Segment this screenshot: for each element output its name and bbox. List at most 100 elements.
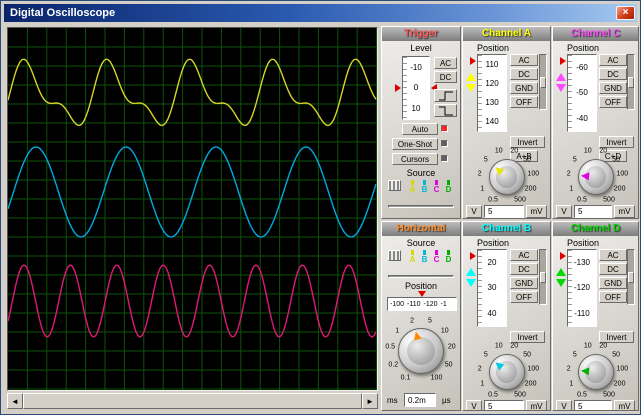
unit-millivolts-button[interactable]: mV xyxy=(614,205,635,218)
slider-thumb[interactable] xyxy=(628,272,634,283)
unit-ms-label[interactable]: ms xyxy=(387,396,398,405)
source-channel-option[interactable]: A xyxy=(408,250,417,264)
volts-per-div-knob[interactable]: 0.5125102050100200500 xyxy=(553,146,638,208)
dc-coupling-button[interactable]: DC xyxy=(510,68,538,80)
volts-per-div-knob[interactable]: 0.5125102050100200500 xyxy=(463,341,550,403)
unit-millivolts-button[interactable]: mV xyxy=(614,400,635,411)
unit-volts-button[interactable]: V xyxy=(556,400,572,411)
timebase-value-display: 0.2m xyxy=(404,393,436,407)
one-shot-button[interactable]: One-Shot xyxy=(392,138,438,150)
strip-tick-label: 140 xyxy=(478,117,506,126)
trigger-dc-button[interactable]: DC xyxy=(434,71,457,83)
gnd-button[interactable]: GND xyxy=(510,277,538,289)
source-slider-thumb[interactable] xyxy=(388,180,401,191)
off-button[interactable]: OFF xyxy=(510,291,538,303)
unit-volts-button[interactable]: V xyxy=(466,205,482,218)
trigger-ac-button[interactable]: AC xyxy=(434,57,457,69)
source-channel-option[interactable]: B xyxy=(420,250,429,264)
volts-per-div-knob[interactable]: 0.5125102050100200500 xyxy=(463,146,550,208)
knob-dial[interactable] xyxy=(578,354,614,390)
position-fine-slider[interactable] xyxy=(539,249,547,305)
arrow-up-icon[interactable] xyxy=(466,73,476,81)
scope-scrollbar[interactable]: ◄ ► xyxy=(7,393,378,409)
scroll-left-button[interactable]: ◄ xyxy=(7,393,23,409)
knob-dial[interactable] xyxy=(489,159,525,195)
source-channel-option[interactable]: D xyxy=(444,180,453,194)
cursors-button[interactable]: Cursors xyxy=(392,153,438,165)
scrollbar-thumb[interactable] xyxy=(23,393,362,409)
source-channel-option[interactable]: A xyxy=(408,180,417,194)
source-channel-option[interactable]: B xyxy=(420,180,429,194)
off-button[interactable]: OFF xyxy=(599,96,627,108)
volts-per-div-knob[interactable]: 0.5125102050100200500 xyxy=(553,341,638,403)
rising-edge-icon xyxy=(438,91,454,101)
position-arrows[interactable] xyxy=(466,73,476,92)
horizontal-source-selector[interactable]: ABCD xyxy=(386,250,456,280)
unit-volts-button[interactable]: V xyxy=(556,205,572,218)
slider-thumb[interactable] xyxy=(540,272,546,283)
source-channel-letters: ABCD xyxy=(408,250,453,264)
dc-coupling-button[interactable]: DC xyxy=(599,263,627,275)
trigger-source-selector[interactable]: ABCD xyxy=(386,180,456,210)
knob-pointer-icon xyxy=(492,164,503,175)
position-arrows[interactable] xyxy=(556,73,566,92)
position-fine-slider[interactable] xyxy=(539,54,547,110)
knob-scale-label: 2 xyxy=(478,365,482,372)
source-channel-option[interactable]: C xyxy=(432,250,441,264)
rising-edge-button[interactable] xyxy=(434,89,457,102)
arrow-up-icon[interactable] xyxy=(556,73,566,81)
close-button[interactable]: × xyxy=(616,6,635,20)
source-slider-thumb[interactable] xyxy=(388,250,401,261)
ac-coupling-button[interactable]: AC xyxy=(510,54,538,66)
gnd-button[interactable]: GND xyxy=(510,82,538,94)
knob-scale-label: 500 xyxy=(603,392,615,399)
arrow-down-icon[interactable] xyxy=(556,279,566,287)
knob-dial[interactable] xyxy=(398,328,444,374)
position-arrows[interactable] xyxy=(466,268,476,287)
slider-thumb[interactable] xyxy=(540,77,546,88)
gnd-button[interactable]: GND xyxy=(599,277,627,289)
position-fine-slider[interactable] xyxy=(627,54,635,110)
position-display[interactable]: -130-120-110 xyxy=(567,249,597,327)
scale-value-display: 5 xyxy=(574,400,612,411)
auto-button[interactable]: Auto xyxy=(402,123,438,135)
arrow-down-icon[interactable] xyxy=(556,84,566,92)
position-display[interactable]: 110120130140 xyxy=(477,54,507,132)
unit-millivolts-button[interactable]: mV xyxy=(526,400,547,411)
horizontal-position-display[interactable]: -100-110-120-1 xyxy=(387,297,457,311)
dc-coupling-button[interactable]: DC xyxy=(599,68,627,80)
arrow-down-icon[interactable] xyxy=(466,84,476,92)
scroll-right-button[interactable]: ► xyxy=(362,393,378,409)
gnd-button[interactable]: GND xyxy=(599,82,627,94)
unit-us-label[interactable]: µs xyxy=(442,396,451,405)
off-button[interactable]: OFF xyxy=(510,96,538,108)
position-arrows[interactable] xyxy=(556,268,566,287)
source-channel-option[interactable]: D xyxy=(444,250,453,264)
falling-edge-button[interactable] xyxy=(434,104,457,117)
source-slider-track[interactable] xyxy=(388,275,454,278)
dc-coupling-button[interactable]: DC xyxy=(510,263,538,275)
arrow-up-icon[interactable] xyxy=(556,268,566,276)
position-fine-slider[interactable] xyxy=(627,249,635,305)
ac-coupling-button[interactable]: AC xyxy=(599,54,627,66)
timebase-knob[interactable]: 0.10.20.5125102050100 xyxy=(382,314,460,388)
knob-pointer-icon xyxy=(580,367,589,376)
ac-coupling-button[interactable]: AC xyxy=(599,249,627,261)
title-bar[interactable]: Digital Oscilloscope × xyxy=(4,4,637,22)
trigger-level-display[interactable]: -10010 xyxy=(402,56,430,120)
unit-millivolts-button[interactable]: mV xyxy=(526,205,547,218)
ac-coupling-button[interactable]: AC xyxy=(510,249,538,261)
source-slider-track[interactable] xyxy=(388,205,454,208)
knob-scale-label: 20 xyxy=(510,148,518,155)
slider-thumb[interactable] xyxy=(628,77,634,88)
position-display[interactable]: 203040 xyxy=(477,249,507,327)
position-display[interactable]: -60-50-40 xyxy=(567,54,597,132)
arrow-up-icon[interactable] xyxy=(466,268,476,276)
knob-dial[interactable] xyxy=(578,159,614,195)
strip-tick-label: -60 xyxy=(568,63,596,72)
knob-dial[interactable] xyxy=(489,354,525,390)
off-button[interactable]: OFF xyxy=(599,291,627,303)
unit-volts-button[interactable]: V xyxy=(466,400,482,411)
source-channel-option[interactable]: C xyxy=(432,180,441,194)
arrow-down-icon[interactable] xyxy=(466,279,476,287)
